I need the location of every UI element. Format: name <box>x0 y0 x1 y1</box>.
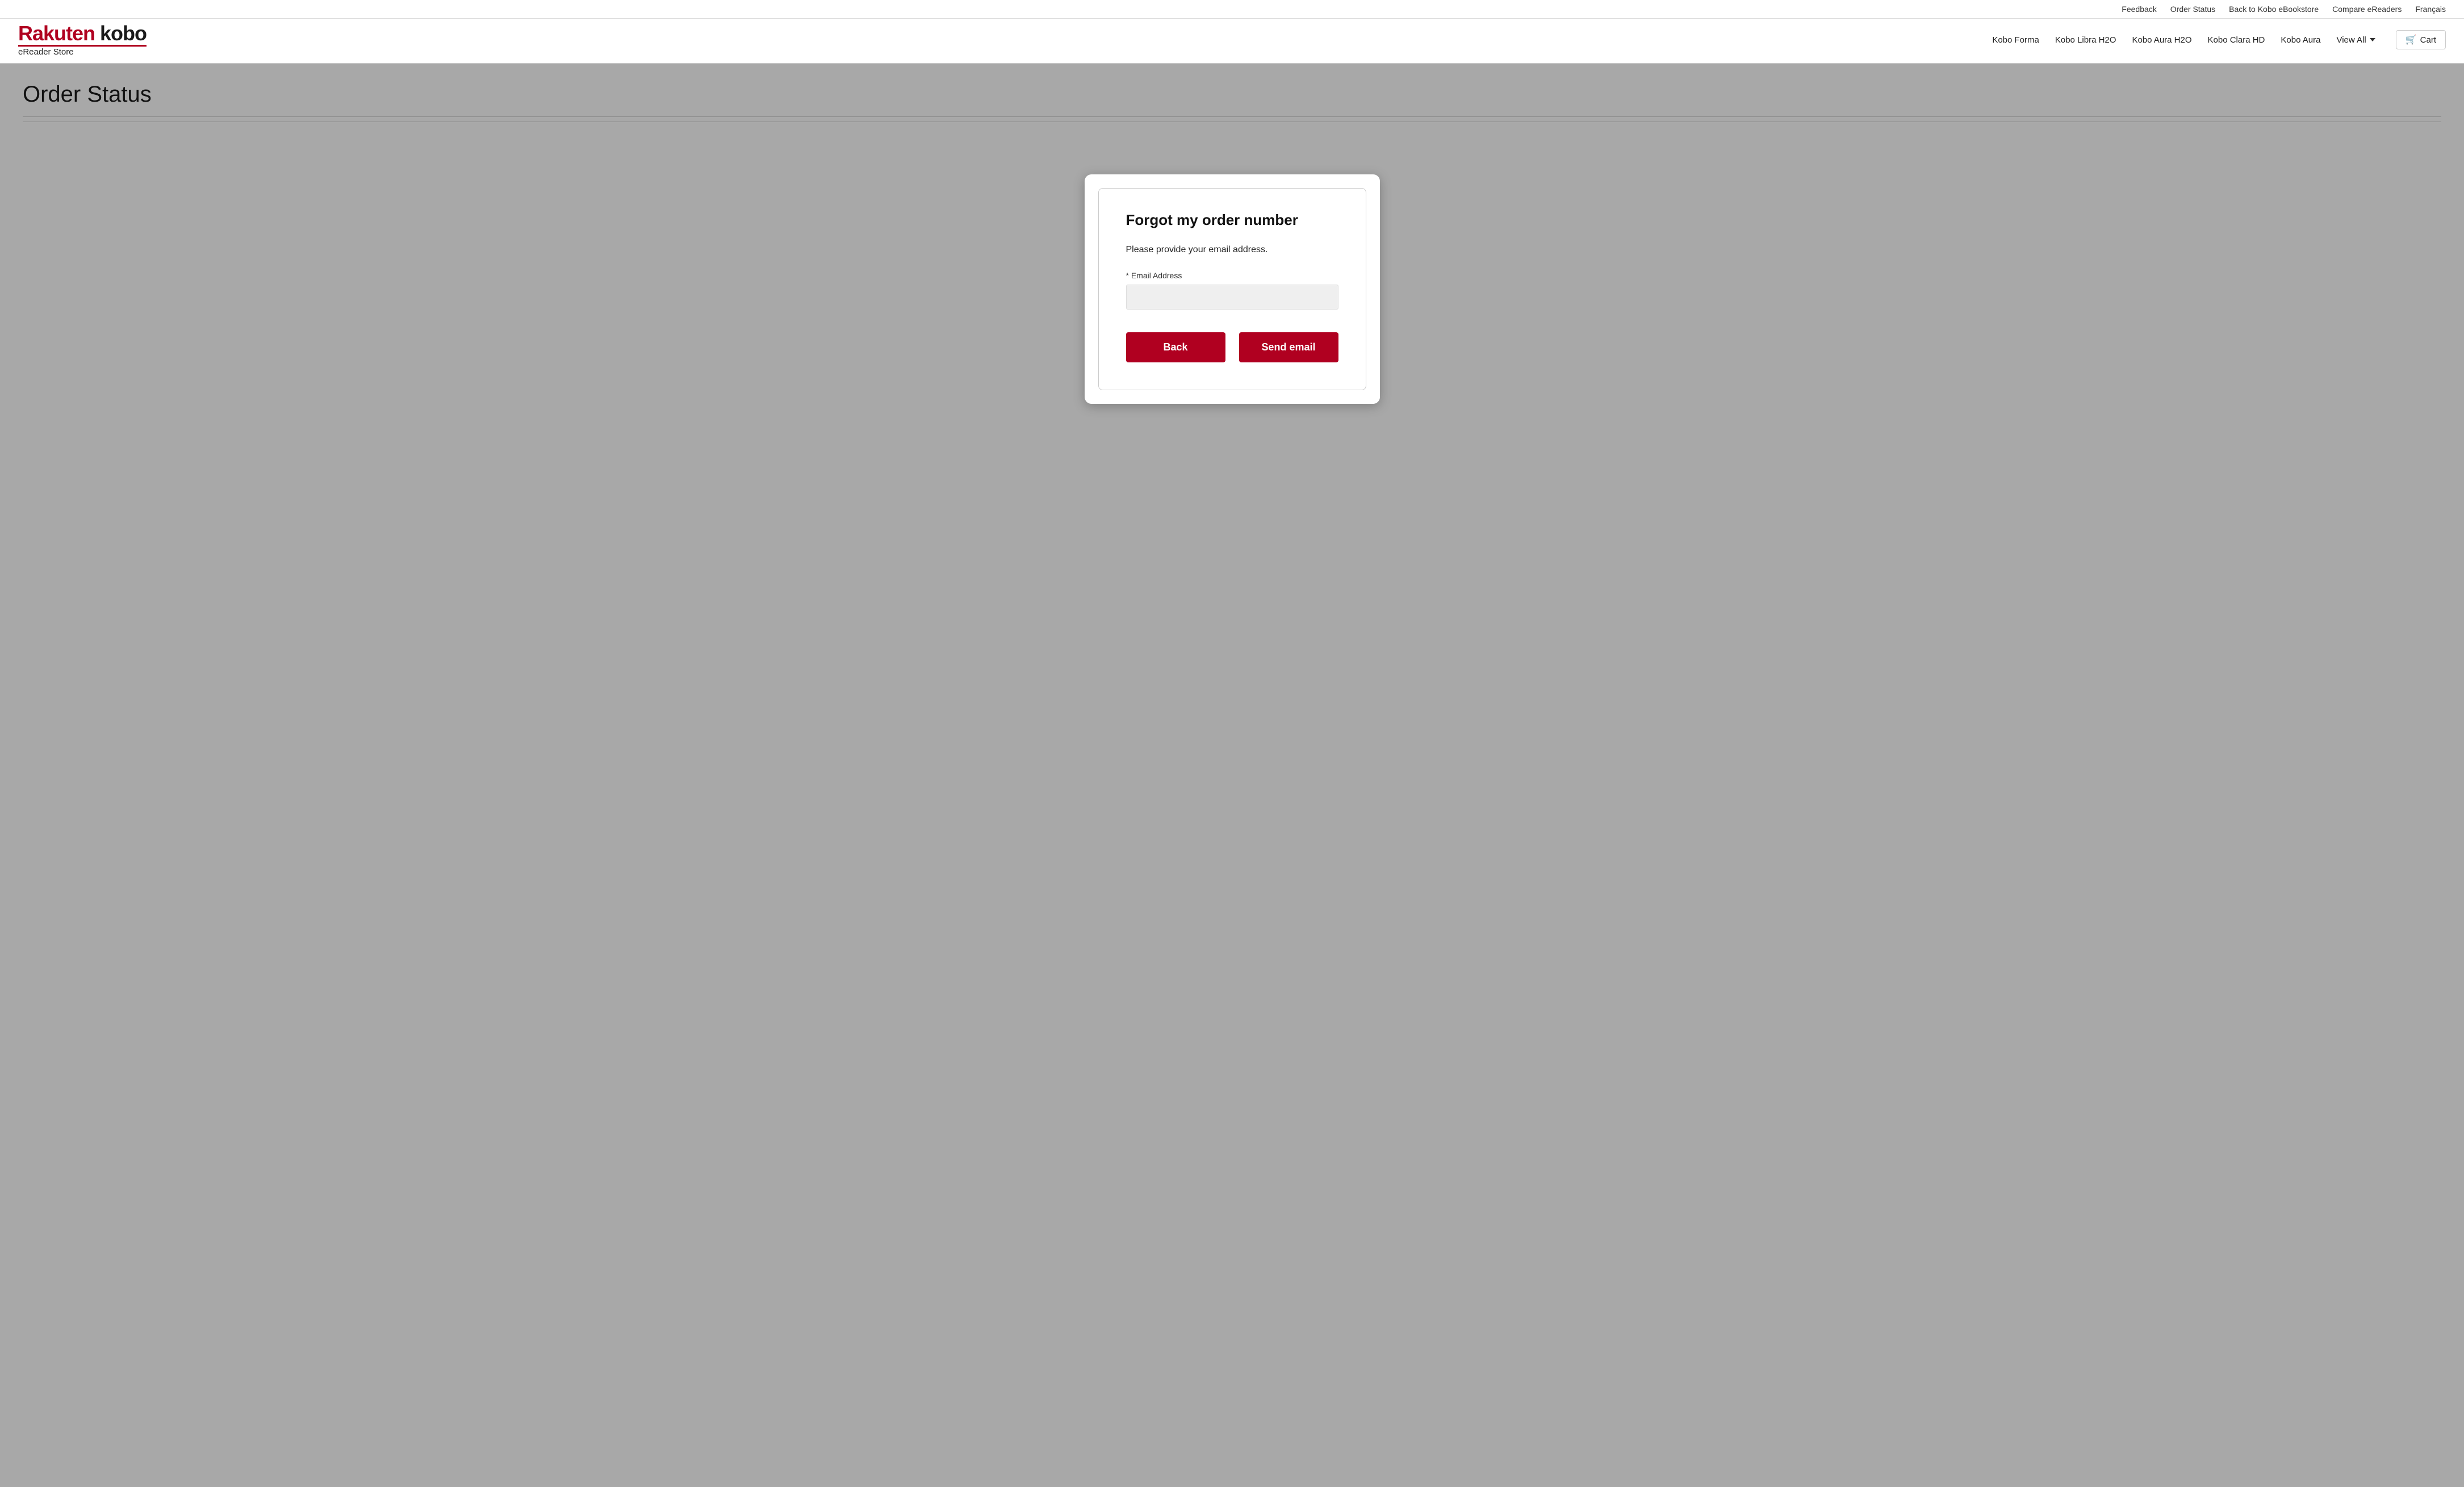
modal-wrapper: Forgot my order number Please provide yo… <box>23 140 2441 461</box>
forgot-order-modal: Forgot my order number Please provide yo… <box>1098 188 1366 390</box>
page-title: Order Status <box>23 82 2441 107</box>
feedback-link[interactable]: Feedback <box>2122 5 2156 14</box>
modal-outer: Forgot my order number Please provide yo… <box>1085 174 1380 404</box>
modal-description: Please provide your email address. <box>1126 245 1338 255</box>
nav-kobo-forma[interactable]: Kobo Forma <box>1992 35 2039 45</box>
modal-buttons: Back Send email <box>1126 332 1338 362</box>
chevron-down-icon <box>2370 38 2375 41</box>
email-input[interactable] <box>1126 285 1338 310</box>
top-bar: Feedback Order Status Back to Kobo eBook… <box>0 0 2464 19</box>
nav-kobo-aura[interactable]: Kobo Aura <box>2281 35 2320 45</box>
page-title-section: Order Status <box>23 82 2441 117</box>
logo[interactable]: Rakuten kobo eReader Store <box>18 23 147 56</box>
order-status-link[interactable]: Order Status <box>2170 5 2215 14</box>
cart-icon: 🛒 <box>2406 34 2417 45</box>
email-form-group: * Email Address <box>1126 271 1338 310</box>
nav-kobo-clara-hd[interactable]: Kobo Clara HD <box>2208 35 2265 45</box>
main-nav: Rakuten kobo eReader Store Kobo Forma Ko… <box>0 19 2464 64</box>
view-all-button[interactable]: View All <box>2336 35 2375 45</box>
compare-ereaders-link[interactable]: Compare eReaders <box>2332 5 2402 14</box>
nav-links: Kobo Forma Kobo Libra H2O Kobo Aura H2O … <box>1992 30 2446 49</box>
back-button[interactable]: Back <box>1126 332 1225 362</box>
francais-link[interactable]: Français <box>2415 5 2446 14</box>
cart-label: Cart <box>2420 35 2436 45</box>
cart-button[interactable]: 🛒 Cart <box>2396 30 2446 49</box>
view-all-label: View All <box>2336 35 2366 45</box>
send-email-button[interactable]: Send email <box>1239 332 1338 362</box>
email-label: * Email Address <box>1126 271 1338 280</box>
back-to-kobo-link[interactable]: Back to Kobo eBookstore <box>2229 5 2319 14</box>
nav-kobo-aura-h2o[interactable]: Kobo Aura H2O <box>2132 35 2191 45</box>
logo-text: Rakuten kobo <box>18 23 147 47</box>
modal-title: Forgot my order number <box>1126 211 1338 229</box>
page-content: Order Status Forgot my order number Plea… <box>0 64 2464 479</box>
logo-sub: eReader Store <box>18 48 147 56</box>
nav-kobo-libra-h2o[interactable]: Kobo Libra H2O <box>2055 35 2116 45</box>
